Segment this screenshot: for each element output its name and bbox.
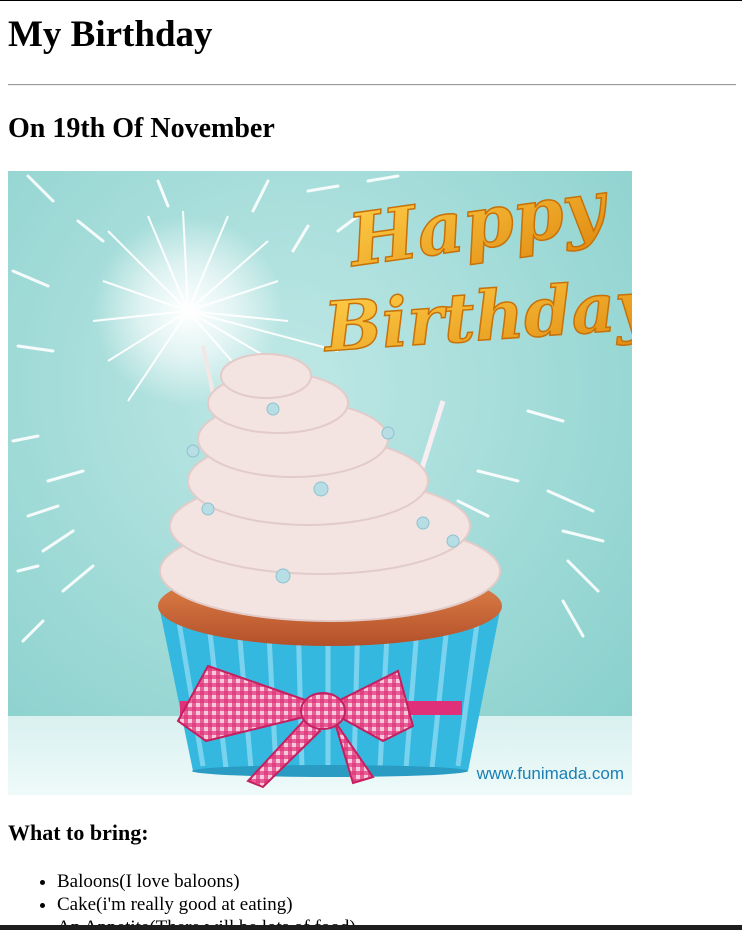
top-border [0, 0, 742, 1]
list-item: Cake(i'm really good at eating) [57, 893, 356, 916]
bring-list: Baloons(I love baloons) Cake(i'm really … [8, 870, 356, 930]
birthday-cupcake-image: Happy Birthday www.funimada.com [8, 171, 632, 795]
page-title: My Birthday [8, 14, 213, 55]
horizontal-rule [8, 84, 736, 86]
image-watermark: www.funimada.com [476, 764, 624, 783]
bottom-scrollbar[interactable] [0, 925, 742, 930]
list-item: Baloons(I love baloons) [57, 870, 356, 893]
bring-heading: What to bring: [8, 820, 149, 845]
page-subtitle: On 19th Of November [8, 113, 275, 144]
